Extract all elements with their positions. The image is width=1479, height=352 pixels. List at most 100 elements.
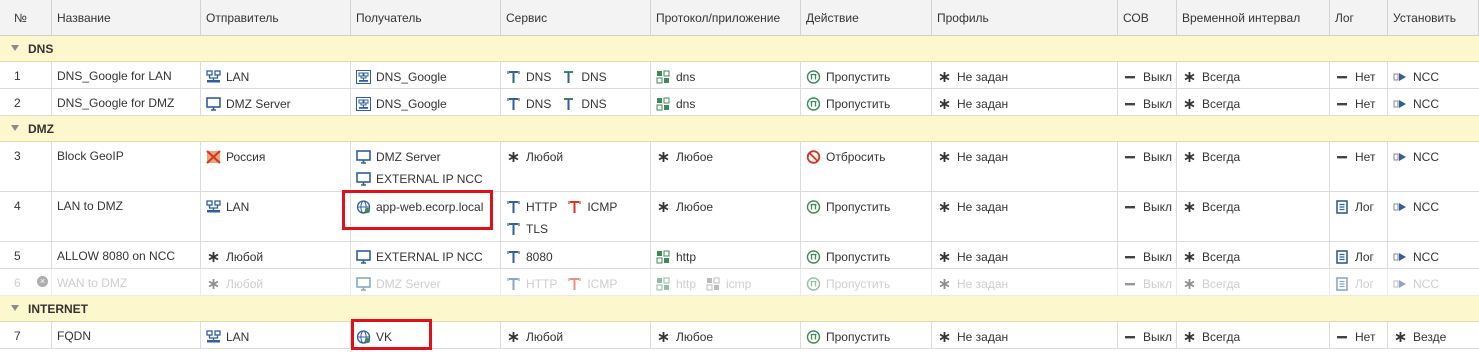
col-time[interactable]: Временной интервал xyxy=(1177,0,1330,35)
install-value: NCC xyxy=(1413,150,1439,164)
geo-blocked-icon xyxy=(206,150,221,164)
col-from[interactable]: Отправитель xyxy=(201,0,351,35)
recipient-value: EXTERNAL IP NCC xyxy=(376,172,483,186)
table-header: № Название Отправитель Получатель Сервис… xyxy=(0,0,1479,36)
group-dns[interactable]: DNS xyxy=(0,36,1479,62)
recipient-value: DMZ Server xyxy=(376,150,441,164)
action-value: Пропустить xyxy=(826,277,891,291)
protocol-value: http xyxy=(676,250,697,264)
table-row[interactable]: 5 ALLOW 8080 on NCC Любой EXTERNAL IP NC… xyxy=(0,242,1479,269)
table-row[interactable]: 4 LAN to DMZ LAN app-web.ecorp.local HTT… xyxy=(0,192,1479,242)
sender-value: Любой xyxy=(226,277,264,291)
minus-icon xyxy=(1123,150,1138,164)
asterisk-icon xyxy=(656,150,671,164)
network-icon xyxy=(206,70,221,84)
network-icon xyxy=(206,200,221,214)
asterisk-icon xyxy=(937,97,952,111)
asterisk-icon xyxy=(506,150,521,164)
recipient-value: DMZ Server xyxy=(376,277,441,291)
collapse-arrow-icon[interactable] xyxy=(11,305,19,311)
service-value: DNS xyxy=(526,70,552,84)
minus-icon xyxy=(1335,97,1350,111)
table-row-disabled[interactable]: 6 × WAN to DMZ Любой DMZ Server HTTP ICMP… xyxy=(0,269,1479,296)
asterisk-icon xyxy=(1182,70,1197,84)
row-name: DNS_Google for LAN xyxy=(52,62,201,88)
col-name[interactable]: Название xyxy=(52,0,201,35)
group-label: INTERNET xyxy=(28,302,88,316)
minus-icon xyxy=(1123,200,1138,214)
row-num: 7 xyxy=(0,322,52,348)
col-to[interactable]: Получатель xyxy=(351,0,501,35)
cob-value: Выкл xyxy=(1143,150,1173,164)
allow-icon xyxy=(806,200,821,214)
service-tcp-icon xyxy=(506,277,521,291)
col-protocol[interactable]: Протокол/приложение xyxy=(651,0,801,35)
col-profile[interactable]: Профиль xyxy=(932,0,1118,35)
asterisk-icon xyxy=(1182,250,1197,264)
cob-value: Выкл xyxy=(1143,277,1173,291)
time-value: Всегда xyxy=(1202,277,1241,291)
service-icmp-icon xyxy=(567,277,582,291)
minus-icon xyxy=(1123,277,1138,291)
row-num: 5 xyxy=(0,242,52,268)
service-udp-icon xyxy=(561,70,576,84)
collapse-arrow-icon[interactable] xyxy=(11,45,19,51)
protocol-value: dns xyxy=(676,97,696,111)
protocol-value: icmp xyxy=(726,277,752,291)
monitor-icon xyxy=(356,150,371,164)
time-value: Всегда xyxy=(1202,330,1241,344)
table-row[interactable]: 7 FQDN LAN VK Любой Любое Пропустить Не … xyxy=(0,322,1479,349)
log-value: Лог xyxy=(1355,250,1374,264)
log-icon xyxy=(1335,200,1350,214)
asterisk-icon xyxy=(937,150,952,164)
minus-icon xyxy=(1335,150,1350,164)
collapse-arrow-icon[interactable] xyxy=(11,125,19,131)
log-value: Нет xyxy=(1355,150,1376,164)
table-row[interactable]: 1 DNS_Google for LAN LAN DNS_Google DNS D… xyxy=(0,62,1479,89)
table-row[interactable]: 3 Block GeoIP Россия DMZ Server EXTERNAL … xyxy=(0,142,1479,192)
application-icon xyxy=(656,277,671,291)
group-dmz[interactable]: DMZ xyxy=(0,116,1479,142)
col-service[interactable]: Сервис xyxy=(501,0,651,35)
protocol-value: dns xyxy=(676,70,696,84)
install-target-icon xyxy=(1393,70,1408,84)
log-value: Лог xyxy=(1355,277,1374,291)
action-value: Пропустить xyxy=(826,330,891,344)
asterisk-icon xyxy=(937,200,952,214)
row-name: ALLOW 8080 on NCC xyxy=(52,242,201,268)
asterisk-icon xyxy=(1182,277,1197,291)
install-value: NCC xyxy=(1413,250,1439,264)
col-install[interactable]: Установить xyxy=(1388,0,1479,35)
install-value: NCC xyxy=(1413,70,1439,84)
row-name: LAN to DMZ xyxy=(52,192,201,241)
action-value: Пропустить xyxy=(826,250,891,264)
disabled-icon: × xyxy=(37,276,48,287)
highlight-box-app-web xyxy=(342,190,493,230)
service-value: DNS xyxy=(526,97,552,111)
group-internet[interactable]: INTERNET xyxy=(0,296,1479,322)
col-cob[interactable]: СОВ xyxy=(1118,0,1177,35)
log-value: Нет xyxy=(1355,330,1376,344)
install-target-icon xyxy=(1393,150,1408,164)
log-icon xyxy=(1335,277,1350,291)
group-label: DNS xyxy=(28,42,54,56)
cob-value: Выкл xyxy=(1143,250,1173,264)
service-value: DNS xyxy=(581,97,607,111)
col-num[interactable]: № xyxy=(0,0,52,35)
time-value: Всегда xyxy=(1202,97,1241,111)
sender-value: Россия xyxy=(226,150,266,164)
table-row[interactable]: 2 DNS_Google for DMZ DMZ Server DNS_Goog… xyxy=(0,89,1479,116)
asterisk-icon xyxy=(506,330,521,344)
allow-icon xyxy=(806,70,821,84)
time-value: Всегда xyxy=(1202,150,1241,164)
install-target-icon xyxy=(1393,250,1408,264)
minus-icon xyxy=(1335,330,1350,344)
col-log[interactable]: Лог xyxy=(1330,0,1388,35)
service-value: HTTP xyxy=(526,200,558,214)
asterisk-icon xyxy=(1393,330,1408,344)
application-icon xyxy=(656,250,671,264)
col-action[interactable]: Действие xyxy=(801,0,932,35)
recipient-value: DNS_Google xyxy=(376,97,447,111)
monitor-icon xyxy=(356,277,371,291)
service-value: ICMP xyxy=(587,277,618,291)
